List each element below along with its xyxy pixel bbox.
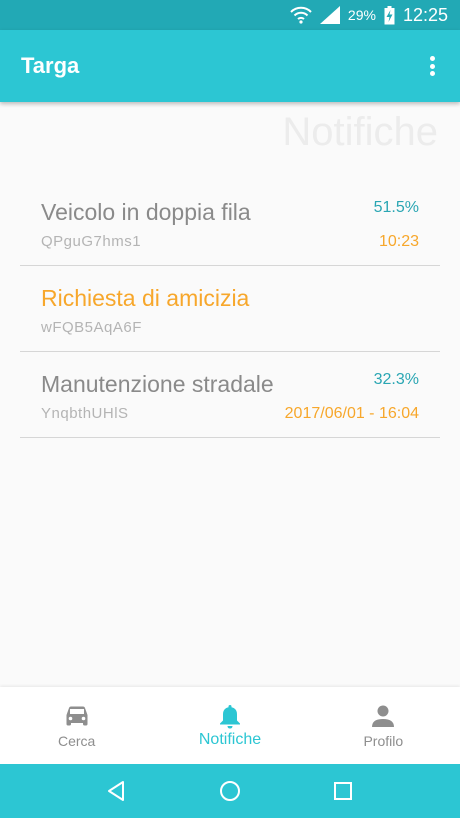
tab-label: Notifiche (198, 731, 262, 748)
notification-code: YnqbthUHlS (41, 405, 129, 422)
notification-percent: 32.3% (373, 371, 419, 388)
battery-icon (384, 5, 395, 25)
notification-item[interactable]: Manutenzione stradale YnqbthUHlS 32.3% 2… (20, 352, 440, 438)
car-icon (64, 703, 90, 729)
notification-percent: 51.5% (373, 199, 419, 216)
notification-code: wFQB5AqA6F (41, 319, 142, 336)
app-title: Targa (21, 53, 80, 78)
tab-label: Cerca (57, 733, 96, 749)
back-icon[interactable] (102, 776, 132, 806)
wifi-icon (290, 6, 312, 24)
tab-label: Profilo (363, 733, 404, 749)
status-bar: 29% 12:25 (0, 0, 460, 30)
notification-time: 2017/06/01 - 16:04 (284, 405, 419, 422)
tab-notifiche[interactable]: Notifiche (153, 687, 306, 764)
tab-profilo[interactable]: Profilo (307, 687, 460, 764)
battery-percent: 29% (347, 7, 376, 23)
bottom-navigation: Cerca Notifiche Profilo (0, 687, 460, 764)
tab-cerca[interactable]: Cerca (0, 687, 153, 764)
notification-item[interactable]: Veicolo in doppia fila QPguG7hms1 51.5% … (20, 180, 440, 266)
notification-title: Manutenzione stradale (41, 371, 274, 397)
recent-apps-icon[interactable] (328, 776, 358, 806)
clock: 12:25 (402, 4, 448, 25)
home-icon[interactable] (215, 776, 245, 806)
overflow-menu-icon[interactable] (420, 54, 444, 78)
notification-title: Richiesta di amicizia (41, 285, 250, 311)
app-bar: Targa (0, 30, 460, 102)
page-watermark: Notifiche (282, 110, 438, 154)
notification-code: QPguG7hms1 (41, 233, 142, 250)
signal-icon (319, 6, 340, 24)
notification-title: Veicolo in doppia fila (41, 199, 251, 225)
bell-icon (218, 703, 242, 729)
notification-list: Veicolo in doppia fila QPguG7hms1 51.5% … (20, 180, 440, 438)
person-icon (371, 703, 395, 729)
notification-item[interactable]: Richiesta di amicizia wFQB5AqA6F (20, 266, 440, 352)
system-navigation-bar (0, 764, 460, 818)
notification-time: 10:23 (378, 233, 419, 250)
